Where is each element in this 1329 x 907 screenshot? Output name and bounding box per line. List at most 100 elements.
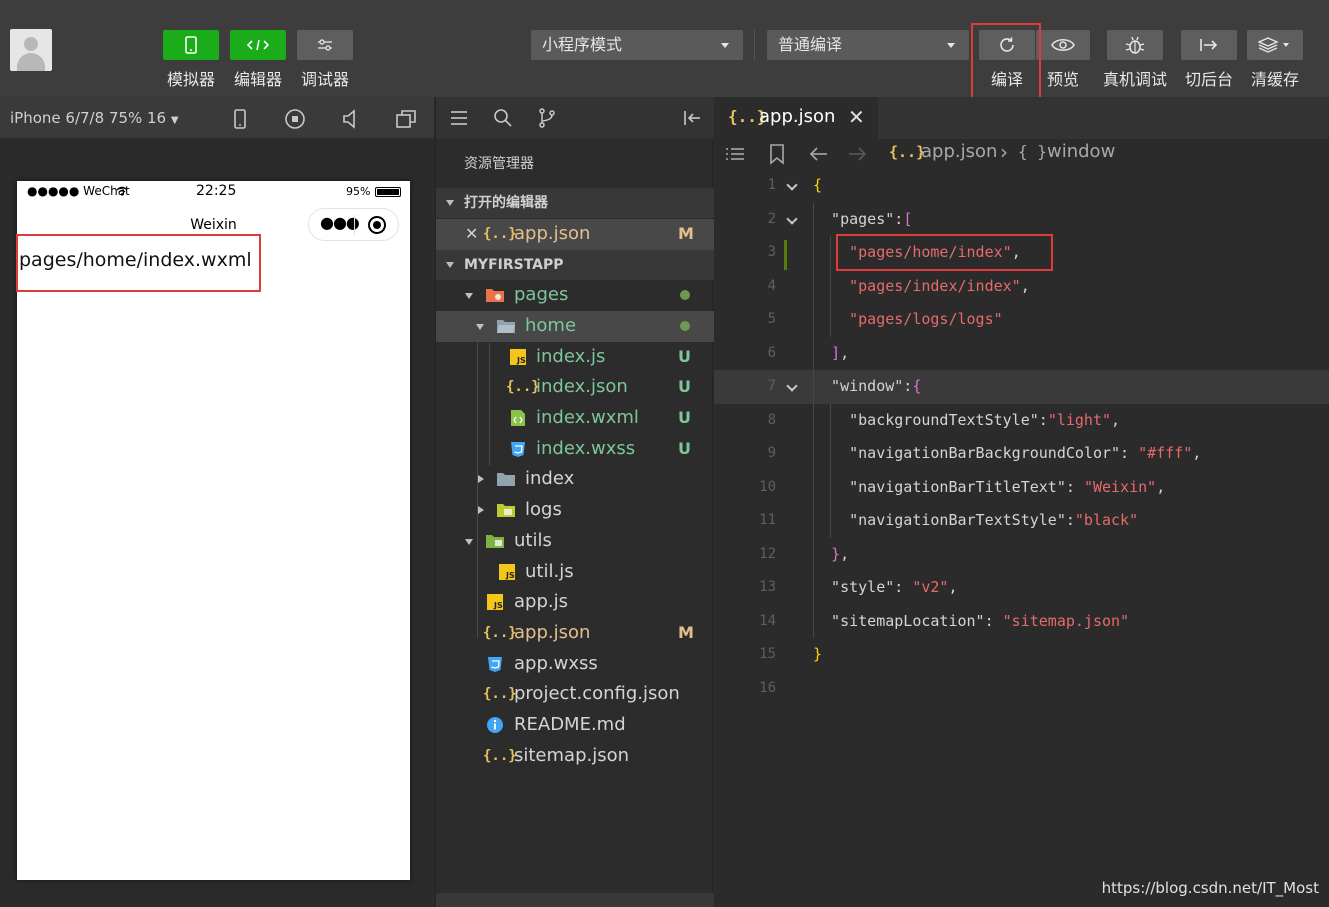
debugger-toggle-button[interactable] — [297, 30, 353, 60]
compile-button[interactable] — [979, 30, 1035, 60]
code-line[interactable]: 12 }, — [714, 538, 1329, 572]
code-line[interactable]: 7 "window":{ — [714, 370, 1329, 404]
tree-file-app-wxss[interactable]: app.wxss — [436, 649, 714, 680]
tree-file-app-js[interactable]: JS app.js — [436, 587, 714, 618]
git-branch-icon[interactable] — [536, 107, 558, 129]
phone-screen[interactable]: ●●●●● WeChat 22:25 95% Weixin ●●● pages/… — [17, 181, 410, 880]
open-editor-item[interactable]: ✕ {..} app.json M — [436, 219, 714, 250]
chevron-down-icon — [465, 293, 473, 299]
tree-file-project-config[interactable]: {..} project.config.json — [436, 679, 714, 710]
tree-item-label: index.wxml — [536, 407, 639, 428]
tree-file-index-wxss[interactable]: index.wxss U — [436, 434, 714, 465]
tree-folder-home[interactable]: home — [436, 311, 714, 342]
open-editors-section[interactable]: 打开的编辑器 — [436, 188, 714, 218]
tree-item-label: utils — [514, 530, 552, 551]
project-section[interactable]: MYFIRSTAPP — [436, 250, 714, 280]
breadcrumb-file[interactable]: app.json — [921, 141, 997, 162]
line-number: 2 — [767, 210, 776, 227]
speaker-icon[interactable] — [339, 107, 363, 131]
fold-chevron-icon[interactable] — [786, 380, 798, 392]
code-line[interactable]: 10 "navigationBarTitleText": "Weixin", — [714, 471, 1329, 505]
tree-item-label: README.md — [514, 714, 626, 735]
code-line[interactable]: 6 ], — [714, 337, 1329, 371]
phone-rotate-icon[interactable] — [228, 107, 252, 131]
arrow-right-icon[interactable] — [846, 143, 868, 165]
user-avatar[interactable] — [10, 29, 52, 71]
tree-file-sitemap[interactable]: {..} sitemap.json — [436, 741, 714, 772]
tree-folder-utils[interactable]: utils — [436, 526, 714, 557]
object-icon: { } — [1018, 142, 1047, 161]
mode-select[interactable]: 小程序模式 — [531, 30, 743, 60]
tree-file-index-js[interactable]: JS index.js U — [436, 342, 714, 373]
tree-file-app-json[interactable]: {..} app.json M — [436, 618, 714, 649]
tree-file-index-wxml[interactable]: index.wxml U — [436, 403, 714, 434]
wifi-icon — [116, 186, 128, 196]
compile-mode-select[interactable]: 普通编译 — [767, 30, 969, 60]
editor-toggle-button[interactable] — [230, 30, 286, 60]
code-line[interactable]: 9 "navigationBarBackgroundColor": "#fff"… — [714, 437, 1329, 471]
tree-folder-logs[interactable]: logs — [436, 495, 714, 526]
device-select[interactable]: iPhone 6/7/8 75% 16 ▼ — [10, 109, 179, 127]
code-text: "navigationBarTitleText": "Weixin", — [813, 477, 1166, 496]
tree-item-label: sitemap.json — [514, 745, 630, 766]
bug-icon — [1125, 36, 1145, 54]
clear-cache-label: 清缓存 — [1250, 70, 1299, 89]
info-icon — [487, 717, 503, 733]
editor-tab-app-json[interactable]: {..} app.json ✕ — [714, 97, 878, 139]
code-text: ], — [831, 343, 850, 362]
code-line[interactable]: 1{ — [714, 169, 1329, 203]
code-line[interactable]: 2 "pages":[ — [714, 203, 1329, 237]
outline-section-header[interactable] — [436, 893, 714, 907]
line-number: 5 — [767, 311, 776, 327]
list-icon[interactable] — [448, 107, 470, 129]
arrow-left-icon[interactable] — [808, 143, 830, 165]
tree-file-readme[interactable]: README.md — [436, 710, 714, 741]
bookmark-icon[interactable] — [766, 143, 788, 165]
search-icon[interactable] — [492, 107, 514, 129]
fold-chevron-icon[interactable] — [786, 212, 798, 225]
remote-debug-button[interactable] — [1107, 30, 1163, 60]
code-line[interactable]: 3 "pages/home/index", — [714, 236, 1329, 270]
chevron-right-icon — [478, 475, 484, 483]
tree-folder-index[interactable]: index — [436, 464, 714, 495]
tree-item-label: index.json — [536, 376, 628, 397]
preview-button[interactable] — [1036, 30, 1090, 60]
json-file-icon: {..} — [483, 686, 517, 702]
code-line[interactable]: 16 — [714, 672, 1329, 706]
tree-file-util-js[interactable]: JS util.js — [436, 557, 714, 588]
code-line[interactable]: 15} — [714, 638, 1329, 672]
code-text: "pages/home/index", — [849, 243, 1021, 261]
code-line[interactable]: 14 "sitemapLocation": "sitemap.json" — [714, 605, 1329, 639]
js-file-icon: JS — [499, 564, 515, 580]
breadcrumb-symbol[interactable]: window — [1047, 141, 1115, 162]
remote-debug-label: 真机调试 — [1102, 70, 1167, 89]
collapse-panel-icon[interactable] — [681, 107, 703, 129]
close-miniprogram-icon[interactable] — [368, 216, 386, 234]
close-icon[interactable]: ✕ — [465, 219, 478, 249]
switch-background-icon — [1200, 39, 1218, 51]
tree-folder-pages[interactable]: pages — [436, 280, 714, 311]
tree-file-index-json[interactable]: {..} index.json U — [436, 372, 714, 403]
fold-chevron-icon[interactable] — [786, 179, 798, 191]
js-file-icon: JS — [510, 349, 526, 365]
folder-icon — [497, 473, 515, 486]
close-tab-icon[interactable]: ✕ — [848, 105, 865, 129]
tree-item-label: app.json — [514, 622, 591, 643]
code-line[interactable]: 4 "pages/index/index", — [714, 270, 1329, 304]
simulator-toggle-button[interactable] — [163, 30, 219, 60]
device-select-value: iPhone 6/7/8 75% 16 — [10, 109, 167, 127]
line-number: 3 — [767, 244, 776, 260]
outline-list-icon[interactable] — [724, 143, 746, 165]
code-line[interactable]: 8 "backgroundTextStyle":"light", — [714, 404, 1329, 438]
indent-guide — [830, 236, 831, 337]
phone-capsule-menu[interactable]: ●●● — [308, 208, 399, 241]
code-line[interactable]: 13 "style": "v2", — [714, 571, 1329, 605]
switch-background-button[interactable] — [1181, 30, 1237, 60]
json-file-icon: {..} — [889, 143, 926, 161]
detach-window-icon[interactable] — [394, 107, 418, 131]
code-line[interactable]: 5 "pages/logs/logs" — [714, 303, 1329, 337]
stop-icon[interactable] — [283, 107, 307, 131]
line-number: 10 — [759, 478, 776, 495]
code-line[interactable]: 11 "navigationBarTextStyle":"black" — [714, 504, 1329, 538]
clear-cache-button[interactable] — [1247, 30, 1303, 60]
